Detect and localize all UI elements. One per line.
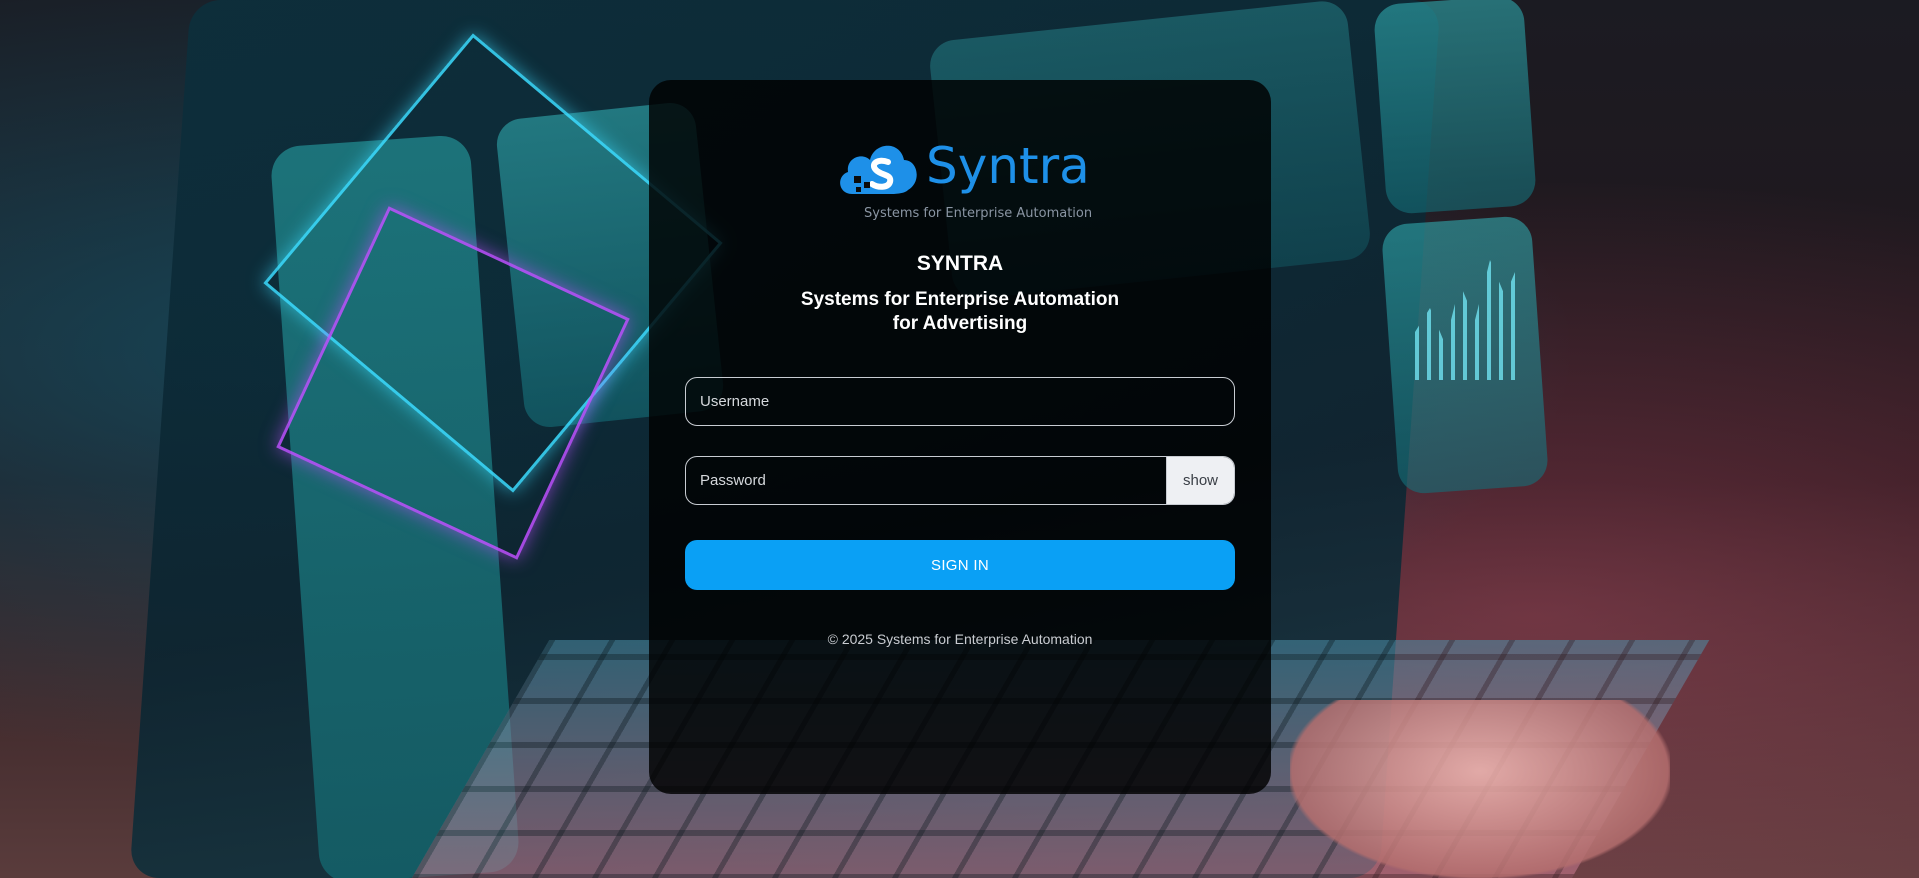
cloud-logo-icon xyxy=(840,145,917,194)
background-hand xyxy=(1290,700,1670,878)
brand-tagline: Systems for Enterprise Automation xyxy=(864,206,1093,221)
background-schedule-card xyxy=(1372,0,1538,215)
page-subtitle-line2: for Advertising xyxy=(892,313,1028,334)
password-field-group: show xyxy=(685,456,1235,505)
show-password-button[interactable]: show xyxy=(1166,457,1234,504)
background-scene: Syntra Systems for Enterprise Automation… xyxy=(0,0,1919,878)
brand-wordmark: Syntra xyxy=(926,137,1090,195)
password-input[interactable] xyxy=(686,457,1166,504)
sign-in-button[interactable]: SIGN IN xyxy=(685,540,1235,590)
page-subtitle-line1: Systems for Enterprise Automation xyxy=(800,289,1120,310)
login-panel: Syntra Systems for Enterprise Automation… xyxy=(649,80,1271,794)
page-title: SYNTRA xyxy=(916,252,1004,275)
username-input[interactable] xyxy=(685,377,1235,426)
footer-copyright: © 2025 Systems for Enterprise Automation xyxy=(827,631,1093,647)
